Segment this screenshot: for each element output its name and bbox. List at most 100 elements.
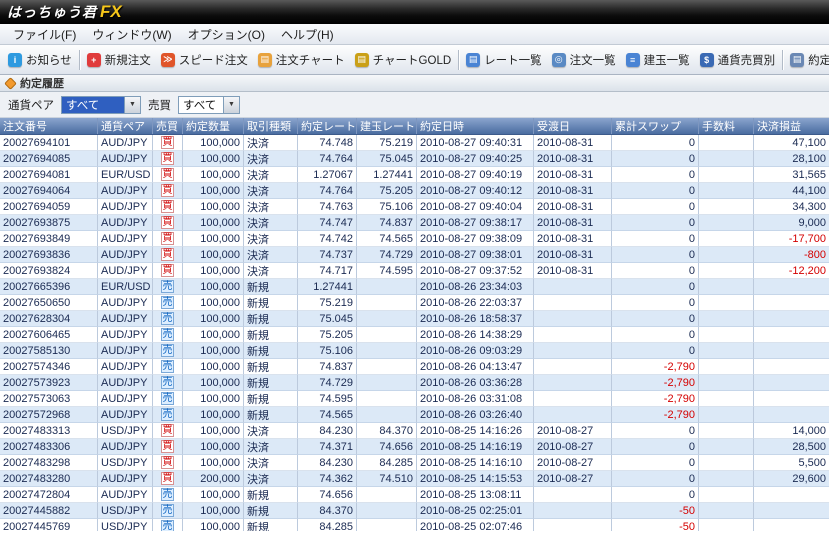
column-header-pl[interactable]: 決済損益 <box>753 118 829 134</box>
cell-delivery: 2010-08-31 <box>533 183 611 199</box>
table-row[interactable]: 20027628304AUD/JPY売100,000新規75.0452010-0… <box>0 311 829 327</box>
cell-side: 買 <box>152 263 182 279</box>
cell-exec_time: 2010-08-26 23:34:03 <box>416 279 533 295</box>
table-row[interactable]: 20027694101AUD/JPY買100,000決済74.74875.219… <box>0 135 829 151</box>
cell-swap: 0 <box>611 183 698 199</box>
cell-fee <box>698 423 753 439</box>
menu-item[interactable]: ウィンドウ(W) <box>84 24 179 45</box>
cell-type: 決済 <box>243 151 297 167</box>
table-row[interactable]: 20027483306AUD/JPY買100,000決済74.37174.656… <box>0 439 829 455</box>
cell-open_rate <box>356 487 416 503</box>
column-header-order_no[interactable]: 注文番号 <box>0 118 97 134</box>
cell-delivery <box>533 295 611 311</box>
table-row[interactable]: 20027665396EUR/USD売100,000新規1.274412010-… <box>0 279 829 295</box>
toolbar-button[interactable]: ▤注文チャート <box>253 49 350 71</box>
cell-qty: 100,000 <box>182 199 243 215</box>
toolbar-button[interactable]: ▤約定履歴 <box>785 49 829 71</box>
table-row[interactable]: 20027693824AUD/JPY買100,000決済74.71774.595… <box>0 263 829 279</box>
cell-swap: 0 <box>611 151 698 167</box>
buy-badge: 買 <box>161 264 174 277</box>
column-header-exec_rate[interactable]: 約定レート <box>297 118 356 134</box>
toolbar-button[interactable]: iお知らせ <box>3 49 77 71</box>
cell-exec_time: 2010-08-27 09:38:01 <box>416 247 533 263</box>
table-row[interactable]: 20027606465AUD/JPY売100,000新規75.2052010-0… <box>0 327 829 343</box>
cell-order_no: 20027628304 <box>0 311 97 327</box>
toolbar-button[interactable]: ≡建玉一覧 <box>621 49 695 71</box>
cell-qty: 100,000 <box>182 311 243 327</box>
cell-pl <box>753 311 829 327</box>
cell-delivery: 2010-08-27 <box>533 423 611 439</box>
chevron-down-icon[interactable]: ▼ <box>223 97 239 113</box>
toolbar-button-label: チャートGOLD <box>373 52 451 68</box>
toolbar-button-label: 新規注文 <box>105 52 151 68</box>
toolbar-button[interactable]: ▤チャートGOLD <box>350 49 456 71</box>
table-row[interactable]: 20027694085AUD/JPY買100,000決済74.76475.045… <box>0 151 829 167</box>
cell-pair: AUD/JPY <box>97 327 152 343</box>
cell-exec_time: 2010-08-25 14:16:19 <box>416 439 533 455</box>
table-row[interactable]: 20027573923AUD/JPY売100,000新規74.7292010-0… <box>0 375 829 391</box>
table-row[interactable]: 20027472804AUD/JPY売100,000新規74.6562010-0… <box>0 487 829 503</box>
table-row[interactable]: 20027693875AUD/JPY買100,000決済74.74774.837… <box>0 215 829 231</box>
column-header-side[interactable]: 売買 <box>152 118 182 134</box>
table-row[interactable]: 20027483298USD/JPY買100,000決済84.23084.285… <box>0 455 829 471</box>
chevron-down-icon[interactable]: ▼ <box>124 97 140 113</box>
cell-order_no: 20027483298 <box>0 455 97 471</box>
table-row[interactable]: 20027572968AUD/JPY売100,000新規74.5652010-0… <box>0 407 829 423</box>
cell-fee <box>698 311 753 327</box>
table-row[interactable]: 20027445769USD/JPY売100,000新規84.2852010-0… <box>0 519 829 531</box>
cell-order_no: 20027693875 <box>0 215 97 231</box>
toolbar-button[interactable]: +新規注文 <box>82 49 156 71</box>
cell-delivery: 2010-08-31 <box>533 215 611 231</box>
table-row[interactable]: 20027445882USD/JPY売100,000新規84.3702010-0… <box>0 503 829 519</box>
table-row[interactable]: 20027694081EUR/USD買100,000決済1.270671.274… <box>0 167 829 183</box>
table-row[interactable]: 20027650650AUD/JPY売100,000新規75.2192010-0… <box>0 295 829 311</box>
menu-item[interactable]: オプション(O) <box>180 24 273 45</box>
column-header-pair[interactable]: 通貨ペア <box>97 118 152 134</box>
cell-delivery: 2010-08-31 <box>533 199 611 215</box>
cell-side: 売 <box>152 503 182 519</box>
column-header-exec_time[interactable]: 約定日時 <box>416 118 533 134</box>
table-row[interactable]: 20027573063AUD/JPY売100,000新規74.5952010-0… <box>0 391 829 407</box>
cell-open_rate <box>356 375 416 391</box>
toolbar-button[interactable]: $通貨売買別 <box>695 49 781 71</box>
toolbar-button[interactable]: ▤レート一覧 <box>461 49 547 71</box>
cell-swap: 0 <box>611 247 698 263</box>
cell-fee <box>698 135 753 151</box>
table-row[interactable]: 20027693849AUD/JPY買100,000決済74.74274.565… <box>0 231 829 247</box>
currency-pair-select[interactable]: すべて ▼ <box>61 96 141 114</box>
cell-side: 売 <box>152 343 182 359</box>
toolbar-button[interactable]: ≫スピード注文 <box>156 49 253 71</box>
cell-delivery <box>533 407 611 423</box>
table-row[interactable]: 20027483313USD/JPY買100,000決済84.23084.370… <box>0 423 829 439</box>
toolbar-button[interactable]: ◎注文一覧 <box>547 49 621 71</box>
table-row[interactable]: 20027694059AUD/JPY買100,000決済74.76375.106… <box>0 199 829 215</box>
cell-open_rate: 74.656 <box>356 439 416 455</box>
column-header-delivery[interactable]: 受渡日 <box>533 118 611 134</box>
cell-qty: 100,000 <box>182 359 243 375</box>
cell-swap: 0 <box>611 455 698 471</box>
menu-item[interactable]: ファイル(F) <box>5 24 84 45</box>
table-row[interactable]: 20027694064AUD/JPY買100,000決済74.76475.205… <box>0 183 829 199</box>
cell-pair: AUD/JPY <box>97 311 152 327</box>
column-header-swap[interactable]: 累計スワップ <box>611 118 698 134</box>
notice-icon: i <box>8 53 22 67</box>
cell-exec_rate: 74.764 <box>297 151 356 167</box>
cell-pair: USD/JPY <box>97 519 152 531</box>
cell-side: 売 <box>152 375 182 391</box>
column-header-qty[interactable]: 約定数量 <box>182 118 243 134</box>
cell-type: 新規 <box>243 375 297 391</box>
column-header-fee[interactable]: 手数料 <box>698 118 753 134</box>
table-row[interactable]: 20027585130AUD/JPY売100,000新規75.1062010-0… <box>0 343 829 359</box>
cell-swap: 0 <box>611 199 698 215</box>
table-row[interactable]: 20027693836AUD/JPY買100,000決済74.73774.729… <box>0 247 829 263</box>
column-header-type[interactable]: 取引種類 <box>243 118 297 134</box>
table-row[interactable]: 20027574346AUD/JPY売100,000新規74.8372010-0… <box>0 359 829 375</box>
sell-badge: 売 <box>161 328 174 341</box>
cell-open_rate <box>356 503 416 519</box>
app-logo: はっちゅう君 <box>7 2 97 22</box>
column-header-open_rate[interactable]: 建玉レート <box>356 118 416 134</box>
table-row[interactable]: 20027483280AUD/JPY買200,000決済74.36274.510… <box>0 471 829 487</box>
side-select[interactable]: すべて ▼ <box>178 96 240 114</box>
cell-side: 買 <box>152 471 182 487</box>
menu-item[interactable]: ヘルプ(H) <box>273 24 342 45</box>
